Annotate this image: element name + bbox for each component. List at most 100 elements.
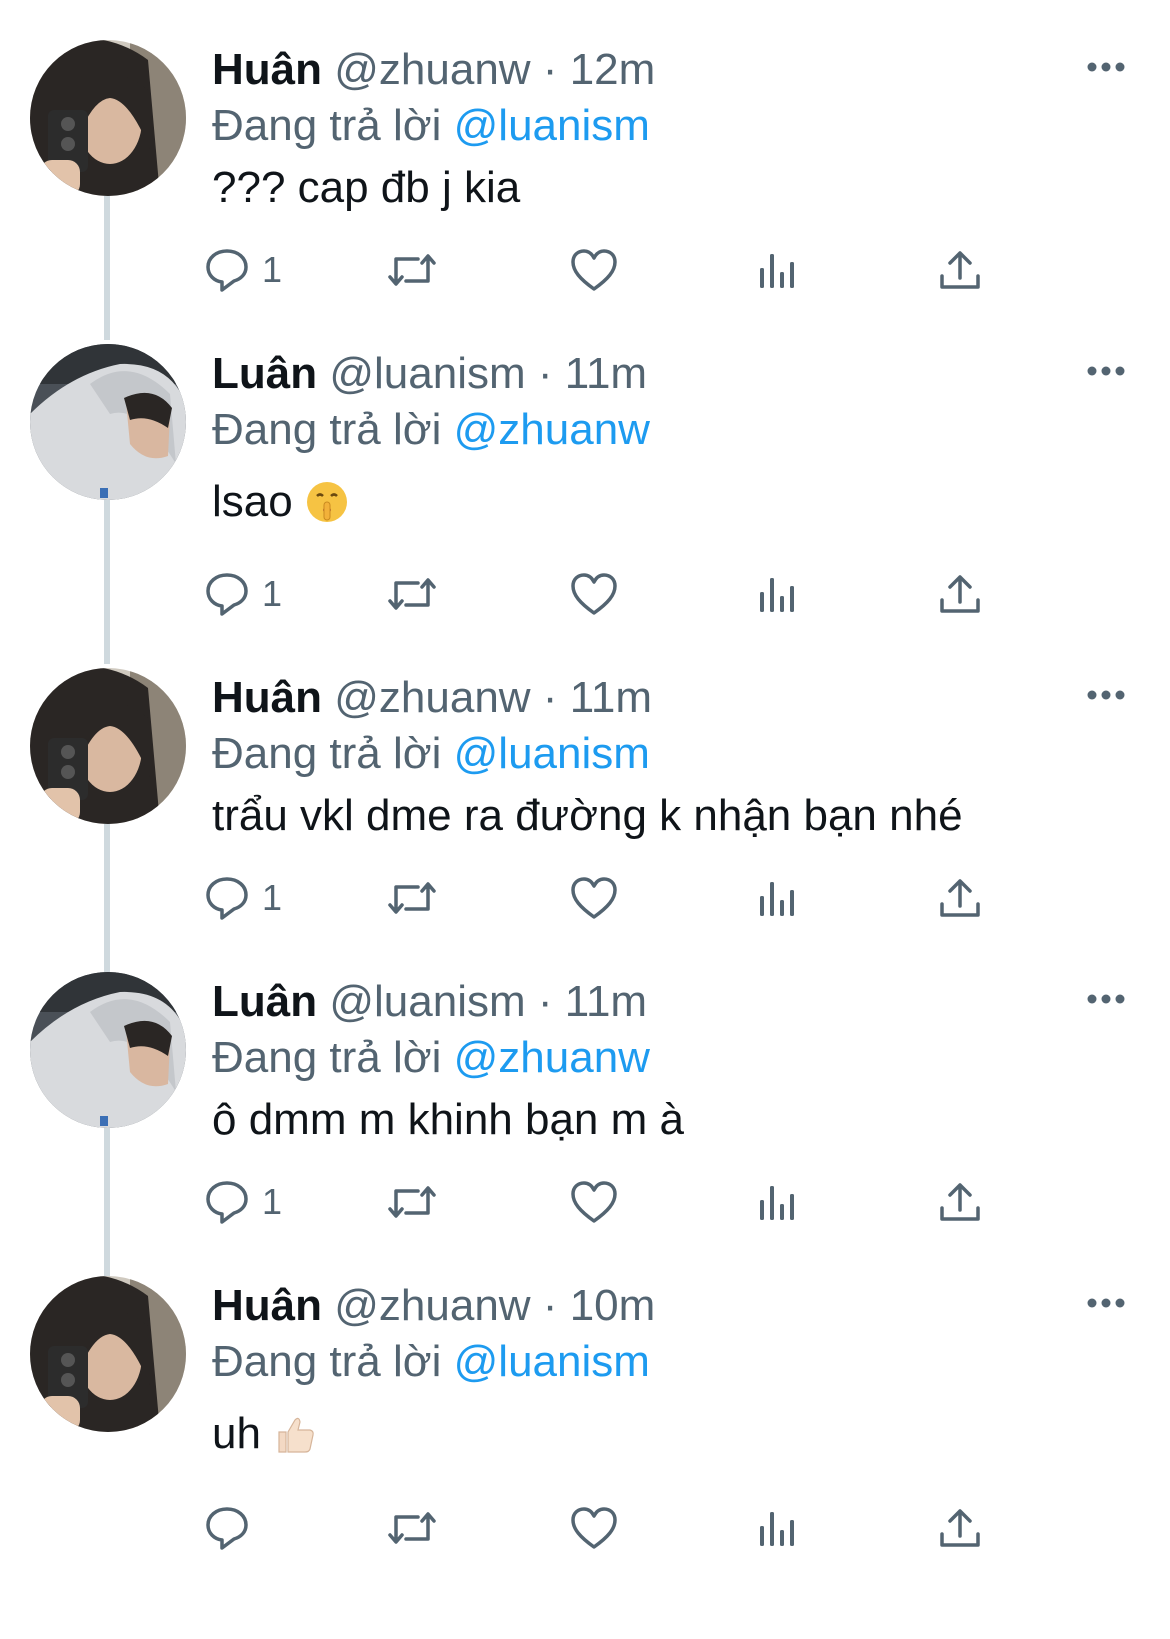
analytics-icon	[760, 254, 794, 288]
replying-to-label: Đang trả lời	[212, 1337, 442, 1386]
reply-icon	[206, 573, 248, 616]
tweet-text: ô dmm m khinh bạn m à	[212, 1092, 684, 1148]
timestamp[interactable]: 11m	[565, 977, 647, 1026]
more-icon[interactable]	[1086, 364, 1126, 378]
replying-to-label: Đang trả lời	[212, 405, 442, 454]
like-button[interactable]	[570, 566, 618, 622]
avatar-huan[interactable]	[30, 40, 186, 196]
timestamp[interactable]: 11m	[565, 349, 647, 398]
timestamp[interactable]: 10m	[570, 1281, 656, 1330]
separator-dot: ·	[537, 349, 553, 398]
share-button[interactable]	[938, 566, 982, 622]
tweet[interactable]: Luân @luanism · 11m Đang trả lời @zhuanw…	[0, 304, 1170, 624]
reply-count: 1	[262, 877, 283, 918]
more-icon[interactable]	[1086, 1296, 1126, 1310]
separator-dot: ·	[542, 1281, 558, 1330]
replying-to-handle[interactable]: @luanism	[454, 1337, 650, 1386]
share-button[interactable]	[938, 1174, 982, 1230]
share-icon	[940, 1509, 980, 1547]
separator-dot: ·	[542, 673, 558, 722]
display-name[interactable]: Luân	[212, 349, 317, 398]
user-handle[interactable]: @luanism	[329, 349, 525, 398]
user-handle[interactable]: @zhuanw	[334, 1281, 530, 1330]
display-name[interactable]: Luân	[212, 977, 317, 1026]
tweet[interactable]: Huân @zhuanw · 10m Đang trả lời @luanism…	[0, 1236, 1170, 1556]
replying-to: Đang trả lời @luanism	[212, 98, 650, 154]
reply-button[interactable]	[204, 1500, 262, 1556]
retweet-button[interactable]	[386, 242, 438, 298]
reply-count: 1	[262, 1181, 283, 1222]
user-handle[interactable]: @zhuanw	[334, 673, 530, 722]
reply-count: 1	[262, 573, 283, 614]
analytics-button[interactable]	[758, 1174, 798, 1230]
more-icon[interactable]	[1086, 688, 1126, 702]
timestamp[interactable]: 12m	[570, 45, 656, 94]
retweet-icon	[388, 1512, 436, 1544]
reply-button[interactable]: 1	[204, 870, 282, 926]
tweet[interactable]: Huân @zhuanw · 11m Đang trả lời @luanism…	[0, 628, 1170, 948]
reply-button[interactable]: 1	[204, 566, 282, 622]
like-icon	[571, 249, 617, 291]
replying-to: Đang trả lời @zhuanw	[212, 402, 650, 458]
retweet-icon	[388, 882, 436, 914]
like-button[interactable]	[570, 1500, 618, 1556]
display-name[interactable]: Huân	[212, 1281, 322, 1330]
avatar-luan[interactable]	[30, 344, 186, 500]
timestamp[interactable]: 11m	[570, 673, 652, 722]
reply-count: 1	[262, 249, 283, 290]
retweet-icon	[388, 1186, 436, 1218]
tweet[interactable]: Luân @luanism · 11m Đang trả lời @zhuanw…	[0, 932, 1170, 1252]
like-icon	[571, 573, 617, 615]
retweet-button[interactable]	[386, 1174, 438, 1230]
replying-to-handle[interactable]: @luanism	[454, 729, 650, 778]
separator-dot: ·	[542, 45, 558, 94]
tweet-text-content: ??? cap đb j kia	[212, 163, 521, 212]
like-icon	[571, 1181, 617, 1223]
retweet-button[interactable]	[386, 1500, 438, 1556]
tweet-text: trẩu vkl dme ra đường k nhận bạn nhé	[212, 788, 963, 844]
analytics-icon	[760, 578, 794, 612]
share-icon	[940, 879, 980, 917]
tweet-header: Luân @luanism · 11m	[212, 974, 647, 1030]
like-button[interactable]	[570, 870, 618, 926]
more-icon[interactable]	[1086, 992, 1126, 1006]
tweet[interactable]: Huân @zhuanw · 12m Đang trả lời @luanism…	[0, 0, 1170, 320]
analytics-button[interactable]	[758, 566, 798, 622]
tweet-text-content: trẩu vkl dme ra đường k nhận bạn nhé	[212, 791, 963, 840]
like-button[interactable]	[570, 1174, 618, 1230]
replying-to-handle[interactable]: @zhuanw	[454, 405, 650, 454]
avatar-huan[interactable]	[30, 1276, 186, 1432]
user-handle[interactable]: @zhuanw	[334, 45, 530, 94]
analytics-icon	[760, 1512, 794, 1546]
like-button[interactable]	[570, 242, 618, 298]
display-name[interactable]: Huân	[212, 45, 322, 94]
replying-to-handle[interactable]: @luanism	[454, 101, 650, 150]
reply-button[interactable]: 1	[204, 1174, 282, 1230]
analytics-icon	[760, 1186, 794, 1220]
tweet-text-content: uh	[212, 1409, 261, 1458]
retweet-button[interactable]	[386, 870, 438, 926]
tweet-actions: 1	[0, 242, 1170, 298]
like-icon	[571, 1507, 617, 1549]
reply-button[interactable]: 1	[204, 242, 282, 298]
tweet-header: Huân @zhuanw · 11m	[212, 670, 652, 726]
analytics-button[interactable]	[758, 1500, 798, 1556]
share-button[interactable]	[938, 1500, 982, 1556]
retweet-button[interactable]	[386, 566, 438, 622]
like-icon	[571, 877, 617, 919]
avatar-huan[interactable]	[30, 668, 186, 824]
reply-icon	[206, 1507, 248, 1550]
retweet-icon	[388, 578, 436, 610]
tweet-actions	[0, 1500, 1170, 1556]
analytics-button[interactable]	[758, 242, 798, 298]
reply-thread: Huân @zhuanw · 12m Đang trả lời @luanism…	[0, 0, 1170, 1639]
share-button[interactable]	[938, 870, 982, 926]
replying-to-handle[interactable]: @zhuanw	[454, 1033, 650, 1082]
display-name[interactable]: Huân	[212, 673, 322, 722]
avatar-luan[interactable]	[30, 972, 186, 1128]
user-handle[interactable]: @luanism	[329, 977, 525, 1026]
more-icon[interactable]	[1086, 60, 1126, 74]
share-button[interactable]	[938, 242, 982, 298]
shushing-face-emoji	[305, 480, 349, 538]
analytics-button[interactable]	[758, 870, 798, 926]
